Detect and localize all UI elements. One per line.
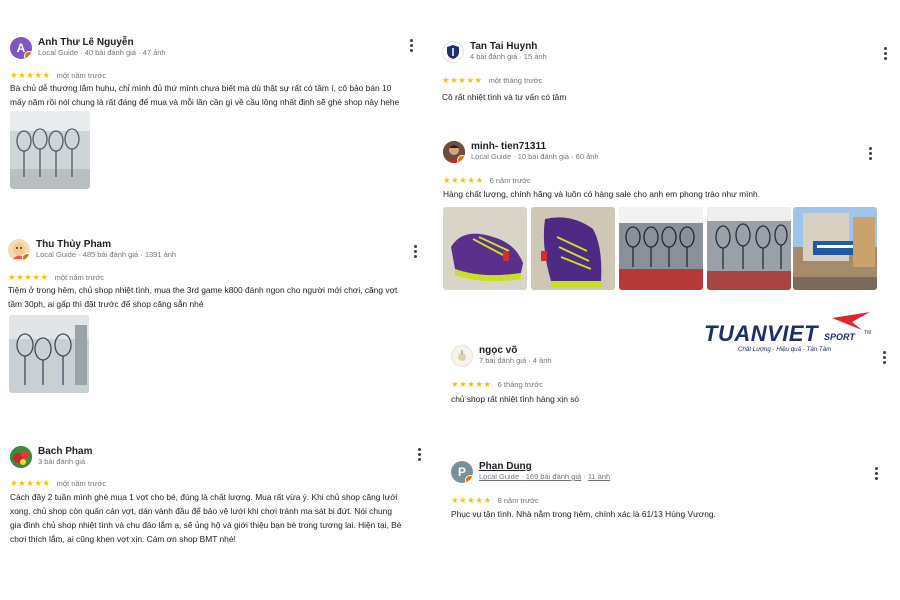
local-guide-badge-icon [465,475,473,483]
review-time: một năm trước [54,273,105,282]
local-guide-badge-icon [24,51,32,59]
avatar[interactable]: P [451,461,473,483]
reviewer-name[interactable]: minh- tien71311 [471,141,546,152]
review-time: 8 năm trước [497,496,539,505]
review-card: minh- tien71311 Local Guide · 10 bài đán… [443,141,883,293]
review-photo[interactable] [9,315,89,393]
shoe-photo [443,207,527,290]
star-rating: ★★★★★ [442,75,483,85]
review-card: Thu Thủy Pham Local Guide · 485 bài đánh… [8,239,428,399]
reviewer-meta: 3 bài đánh giá [38,457,86,466]
more-options-icon[interactable] [414,245,417,260]
more-options-icon[interactable] [884,47,887,62]
star-rating: ★★★★★ [443,175,484,185]
reviewer-name[interactable]: Phan Dung [479,461,532,472]
review-photo[interactable] [10,111,90,189]
review-text: chủ shop rất nhiệt tình hàng xịn sò [451,394,580,404]
review-card: A Anh Thư Lê Nguyễn Local Guide · 40 bài… [10,37,420,197]
photo-count-link[interactable]: 11 ảnh [588,472,610,481]
star-rating: ★★★★★ [10,478,51,488]
avatar[interactable] [443,141,465,163]
review-card: Tan Tai Huynh 4 bài đánh giá · 15 ảnh ★★… [442,41,890,111]
reviewer-name[interactable]: Thu Thủy Pham [36,239,111,250]
avatar-image [452,346,472,366]
review-photo[interactable] [793,207,877,290]
review-time: 6 năm trước [489,176,531,185]
local-guide-badge-icon [457,155,465,163]
rackets-photo [707,207,791,290]
avatar-image [10,446,32,468]
reviewer-meta: Local Guide · 40 bài đánh giá · 47 ảnh [38,48,166,57]
star-rating: ★★★★★ [8,272,49,282]
review-photo[interactable] [443,207,527,290]
reviewer-name[interactable]: ngọc võ [479,345,517,356]
reviewer-name[interactable]: Tan Tai Huynh [470,41,537,52]
review-text: Cô rất nhiệt tình và tư vấn có tâm [442,92,567,102]
rating-row: ★★★★★ một tháng trước [442,70,542,88]
logo-brand: TUANVIET [704,321,818,346]
review-text: Hàng chất lượng, chính hãng và luôn có h… [443,189,761,199]
review-text: Phục vụ tận tình. Nhà nằm trong hẻm, chí… [451,509,716,519]
logo-sub: SPORT [824,332,855,342]
reviewer-meta: 7 bài đánh giá · 4 ảnh [479,356,552,365]
avatar[interactable] [8,239,30,261]
rating-row: ★★★★★ 6 tháng trước [451,374,543,392]
review-time: 6 tháng trước [497,380,543,389]
review-card: P Phan Dung Local Guide · 169 bài đánh g… [451,461,885,531]
local-guide-badge-icon [22,253,30,261]
rating-row: ★★★★★ 8 năm trước [451,490,539,508]
shield-logo-icon [447,45,459,59]
review-time: một năm trước [56,479,107,488]
review-count-link[interactable]: 169 bài đánh giá [526,472,581,481]
rackets-photo [9,315,89,393]
rating-row: ★★★★★ một năm trước [10,473,106,491]
more-options-icon[interactable] [410,39,413,54]
more-options-icon[interactable] [883,351,886,366]
avatar[interactable]: A [10,37,32,59]
reviewer-meta: Local Guide · 485 bài đánh giá · 1391 ản… [36,250,177,259]
star-rating: ★★★★★ [451,379,492,389]
review-card: ngọc võ 7 bài đánh giá · 4 ảnh ★★★★★ 6 th… [451,345,889,415]
rackets-photo [619,207,703,290]
review-photo[interactable] [707,207,791,290]
review-photo[interactable] [531,207,615,290]
storefront-photo [793,207,877,290]
rackets-photo [10,111,90,189]
more-options-icon[interactable] [418,448,421,463]
more-options-icon[interactable] [875,467,878,482]
star-rating: ★★★★★ [10,70,51,80]
reviewer-name[interactable]: Bach Pham [38,446,92,457]
logo-tm: TM [864,330,872,336]
review-card: Bach Pham 3 bài đánh giá ★★★★★ một năm tr… [10,446,440,556]
more-options-icon[interactable] [869,147,872,162]
review-text: Cách đây 2 tuần mình ghé mua 1 vợt cho b… [10,492,402,544]
avatar[interactable] [442,41,464,63]
review-photo[interactable] [619,207,703,290]
reviewer-meta: Local Guide · 10 bài đánh giá · 60 ảnh [471,152,599,161]
rating-row: ★★★★★ 6 năm trước [443,170,531,188]
review-time: một tháng trước [488,76,543,85]
reviewer-meta: Local Guide · 169 bài đánh giá · 11 ảnh [479,472,611,481]
shoe-photo [531,207,615,290]
review-text: Bà chủ dễ thương lắm huhu, chỉ mình đủ t… [10,83,400,107]
review-time: một năm trước [56,71,107,80]
reviewer-name[interactable]: Anh Thư Lê Nguyễn [38,37,134,48]
avatar[interactable] [451,345,473,367]
star-rating: ★★★★★ [451,495,492,505]
reviewer-meta: 4 bài đánh giá · 15 ảnh [470,52,547,61]
review-text: Tiệm ở trong hẻm, chủ shop nhiệt tình, m… [8,285,398,309]
avatar[interactable] [10,446,32,468]
